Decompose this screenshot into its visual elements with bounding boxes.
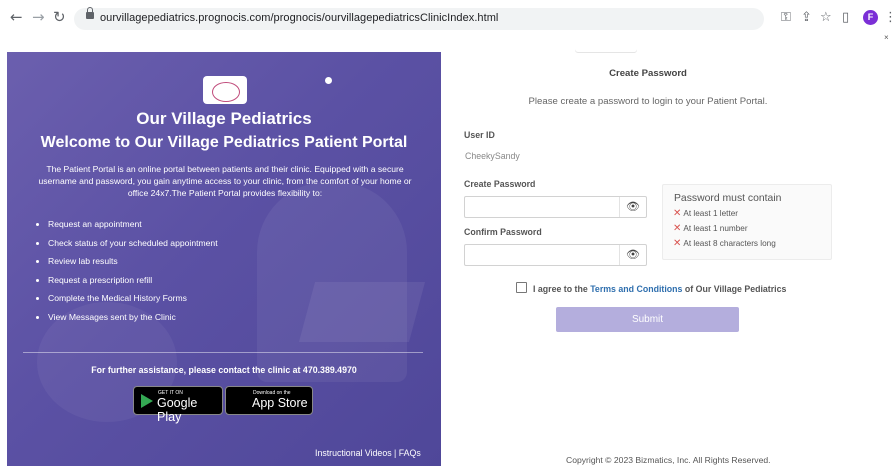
user-id-label: User ID (464, 130, 495, 140)
password-rules-box: Password must contain ✕ At least 1 letter… (662, 184, 832, 260)
back-arrow-icon[interactable]: ← (10, 8, 23, 26)
key-icon[interactable]: ⚿ (781, 10, 791, 26)
portal-intro: The Patient Portal is an online portal b… (38, 164, 412, 199)
menu-kebab-icon[interactable]: ⋮ (884, 10, 892, 26)
app-store-button[interactable]: Download on the App Store (225, 386, 313, 415)
rule-item: ✕ At least 8 characters long (673, 238, 776, 249)
list-item: Request a prescription refill (29, 271, 218, 290)
confirm-password-field: 👁 (464, 244, 647, 266)
profile-avatar[interactable]: F (863, 10, 878, 25)
terms-agreement: I agree to the Terms and Conditions of O… (516, 282, 786, 294)
clinic-logo-mark (212, 82, 240, 102)
list-item: Check status of your scheduled appointme… (29, 234, 218, 253)
create-password-field: 👁 (464, 196, 647, 218)
feature-list: Request an appointment Check status of y… (29, 215, 218, 327)
star-icon[interactable]: ☆ (820, 10, 832, 26)
create-password-input[interactable] (465, 197, 623, 215)
portal-info-panel: Our Village Pediatrics Welcome to Our Vi… (7, 52, 441, 466)
reload-icon[interactable]: ↻ (53, 8, 66, 26)
google-play-button[interactable]: GET IT ON Google Play (133, 386, 223, 424)
user-id-value: CheekySandy (465, 151, 520, 161)
create-password-label: Create Password (464, 179, 536, 189)
url-text[interactable]: ourvillagepediatrics.prognocis.com/progn… (100, 12, 498, 24)
eye-icon[interactable]: 👁 (619, 245, 646, 265)
rule-item: ✕ At least 1 letter (673, 208, 739, 219)
cross-icon: ✕ (673, 223, 682, 234)
rules-title: Password must contain (674, 193, 782, 204)
divider (23, 352, 423, 353)
google-play-icon (141, 394, 153, 408)
cross-icon: ✕ (673, 238, 682, 249)
form-subtitle: Please create a password to login to you… (528, 96, 768, 107)
confirm-password-input[interactable] (465, 245, 623, 263)
cross-icon: ✕ (673, 208, 682, 219)
help-links[interactable]: Instructional Videos | FAQs (315, 448, 421, 458)
copyright-text: Copyright © 2023 Bizmatics, Inc. All Rig… (566, 455, 771, 465)
browser-toolbar: ← → ↻ ourvillagepediatrics.prognocis.com… (0, 0, 892, 42)
eye-icon[interactable]: 👁 (619, 197, 646, 217)
background-illustration (298, 282, 426, 342)
submit-button[interactable]: Submit (556, 307, 739, 332)
close-icon[interactable]: × (884, 33, 889, 42)
forward-arrow-icon[interactable]: → (32, 8, 45, 26)
terms-link[interactable]: Terms and Conditions (590, 284, 682, 294)
terms-checkbox[interactable] (516, 282, 527, 293)
carousel-dot[interactable] (325, 77, 332, 84)
assistance-text: For further assistance, please contact t… (91, 365, 357, 375)
form-title: Create Password (609, 68, 687, 79)
share-icon[interactable]: ⇪ (801, 10, 812, 26)
list-item: Request an appointment (29, 215, 218, 234)
list-item: Review lab results (29, 252, 218, 271)
list-item: Complete the Medical History Forms (29, 289, 218, 308)
rule-item: ✕ At least 1 number (673, 223, 748, 234)
lock-icon[interactable] (86, 7, 94, 19)
welcome-heading: Welcome to Our Village Pediatrics Patien… (40, 134, 408, 151)
side-panel-icon[interactable]: ▯ (842, 10, 849, 26)
tab-indicator (575, 38, 637, 52)
clinic-name: Our Village Pediatrics (136, 109, 312, 128)
confirm-password-label: Confirm Password (464, 227, 542, 237)
list-item: View Messages sent by the Clinic (29, 308, 218, 327)
